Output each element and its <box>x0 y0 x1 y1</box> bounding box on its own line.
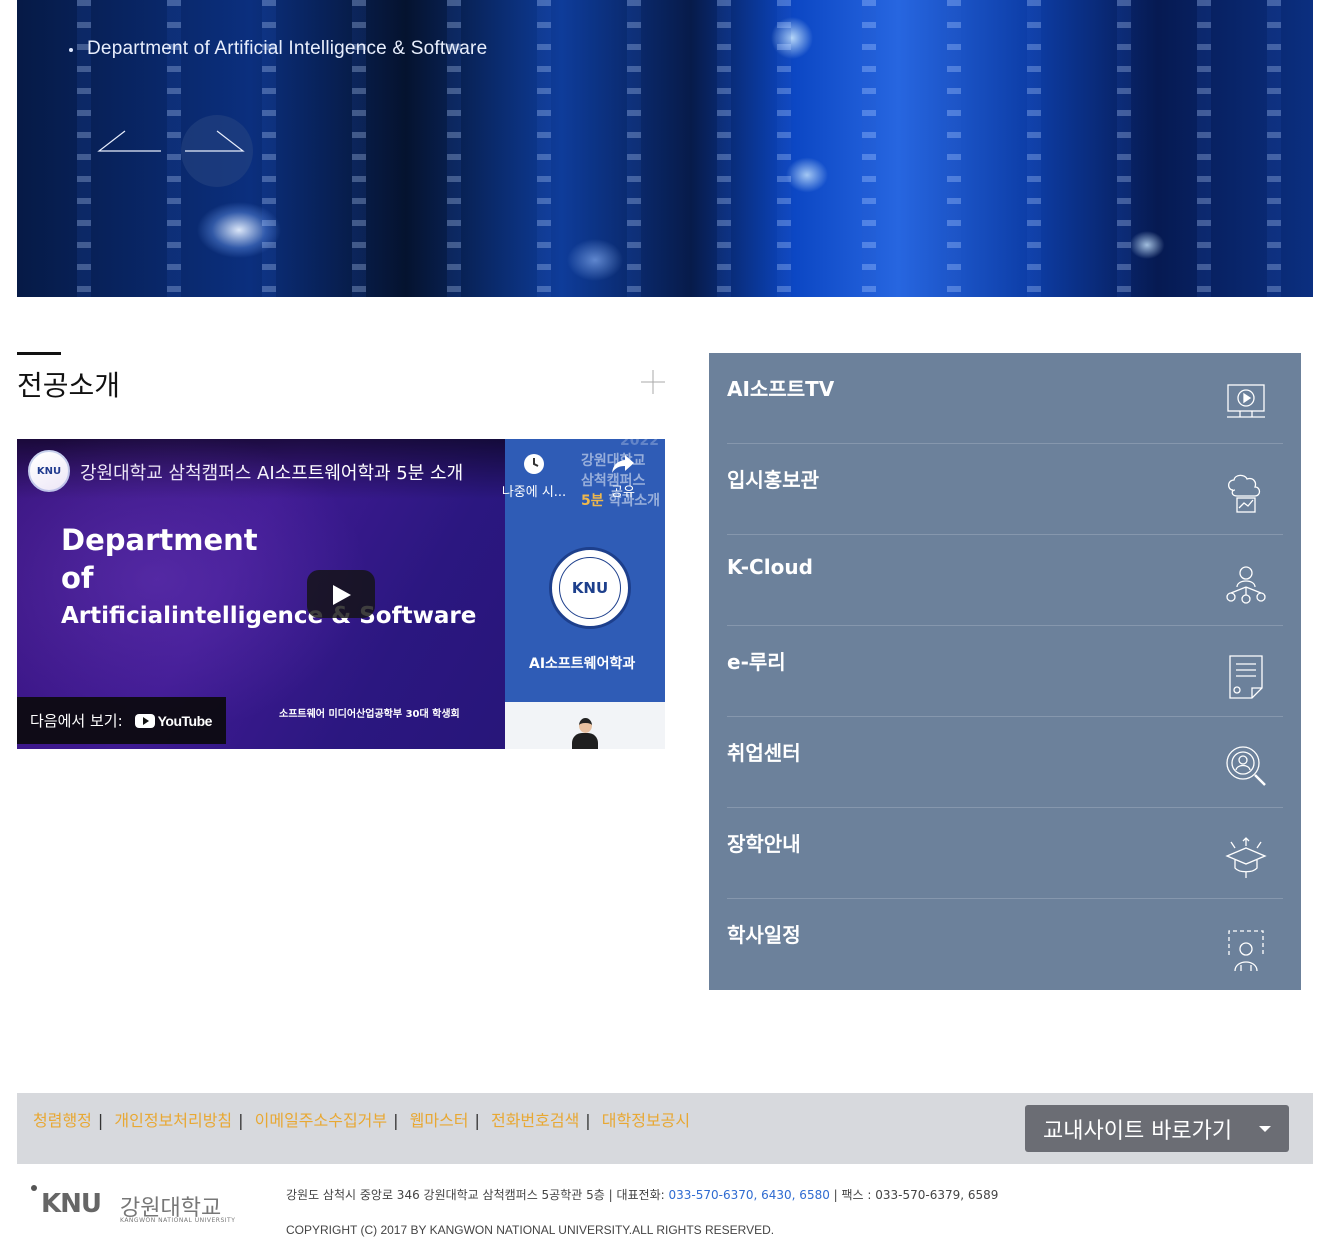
youtube-logo-icon: YouTube <box>134 713 212 729</box>
section-accent-bar <box>17 352 61 355</box>
quick-item-label: K-Cloud <box>727 555 813 579</box>
search-person-icon <box>1226 746 1266 786</box>
video-council-caption: 소프트웨어 미디어산업공학부 30대 학생회 <box>279 709 460 720</box>
play-button[interactable] <box>307 570 375 618</box>
document-icon <box>1229 655 1263 699</box>
cloud-chart-icon <box>1227 474 1261 513</box>
watch-later-label: 나중에 시... <box>501 485 567 500</box>
footer-bar: 청렴행정 | 개인정보처리방침 | 이메일주소수집거부 | 웹마스터 | 전화번호검색 |… <box>17 1093 1313 1164</box>
share-button[interactable]: 공유 <box>603 453 643 500</box>
site-select-label: 교내사이트 바로가기 <box>1043 1118 1233 1144</box>
channel-avatar[interactable]: KNU <box>28 450 70 492</box>
footer-link-disclosure[interactable]: 대학정보공시 <box>602 1111 690 1130</box>
knu-seal-logo: KNU <box>549 547 631 629</box>
plus-icon[interactable] <box>639 368 667 396</box>
share-label: 공유 <box>611 485 635 500</box>
network-person-icon <box>1226 566 1266 604</box>
quick-item-k-cloud[interactable]: K-Cloud <box>727 535 1283 626</box>
quick-item-career-center[interactable]: 취업센터 <box>727 717 1283 808</box>
footer-copyright: COPYRIGHT (C) 2017 BY KANGWON NATIONAL U… <box>286 1223 775 1237</box>
quick-item-label: 취업센터 <box>727 741 801 765</box>
footer-phone: 033-570-6370, 6430, 6580 <box>668 1188 830 1202</box>
clock-icon <box>524 454 544 474</box>
quick-item-label: 장학안내 <box>727 832 801 856</box>
slider-next-button[interactable] <box>181 115 253 187</box>
watch-on-youtube-button[interactable]: 다음에서 보기: YouTube <box>17 697 226 744</box>
quick-item-label: 학사일정 <box>727 923 801 947</box>
presenter-frame <box>505 702 665 749</box>
site-shortcut-select[interactable]: 교내사이트 바로가기 <box>1025 1105 1289 1152</box>
footer-link-privacy[interactable]: 개인정보처리방침 <box>114 1111 232 1130</box>
graduation-cap-icon <box>1225 837 1267 878</box>
quick-item-e-ruri[interactable]: e-루리 <box>727 626 1283 717</box>
chevron-down-icon <box>1259 1126 1271 1132</box>
play-icon <box>333 585 351 605</box>
presenter-figure <box>572 718 598 749</box>
quick-item-admissions[interactable]: 입시홍보관 <box>727 444 1283 535</box>
quick-item-ai-soft-tv[interactable]: AI소프트TV <box>727 353 1283 444</box>
footer-link-email-refusal[interactable]: 이메일주소수집거부 <box>255 1111 387 1130</box>
quick-item-scholarship[interactable]: 장학안내 <box>727 808 1283 899</box>
hero-subtitle: Department of Artificial Intelligence & … <box>68 38 488 59</box>
share-icon <box>612 455 634 473</box>
footer-address: 강원도 삼척시 중앙로 346 강원대학교 삼척캠퍼스 5공학관 5층 | 대표… <box>286 1188 999 1202</box>
knu-footer-logo: KNU 강원대학교 KANGWON NATIONAL UNIVERSITY <box>29 1183 239 1227</box>
side-dept-name: AI소프트웨어학과 <box>529 656 636 672</box>
section-title: 전공소개 <box>17 369 121 402</box>
quick-item-academic-calendar[interactable]: 학사일정 <box>727 899 1283 990</box>
footer-link-integrity[interactable]: 청렴행정 <box>33 1111 92 1130</box>
footer-link-webmaster[interactable]: 웹마스터 <box>410 1111 469 1130</box>
quick-item-label: e-루리 <box>727 650 786 674</box>
video-play-icon <box>1227 384 1265 418</box>
slider-prev-button[interactable] <box>95 115 167 187</box>
hero-banner: Department of Artificial Intelligence & … <box>17 0 1313 297</box>
footer-links: 청렴행정 | 개인정보처리방침 | 이메일주소수집거부 | 웹마스터 | 전화번호검색 |… <box>33 1111 691 1130</box>
video-title[interactable]: 강원대학교 삼척캠퍼스 AI소프트웨어학과 5분 소개 <box>80 459 463 485</box>
arrow-left-icon <box>97 130 161 152</box>
footer-link-phone-search[interactable]: 전화번호검색 <box>491 1111 579 1130</box>
quick-menu: AI소프트TV 입시홍보관 K-Cloud e-루리 취업센터 장학안내 학사일… <box>709 353 1301 990</box>
quick-item-label: AI소프트TV <box>727 377 835 401</box>
calendar-person-icon <box>1228 930 1264 972</box>
youtube-embed[interactable]: 2022 강원대학교 삼척캠퍼스 5분 학과소개 KNU AI소프트웨어학과 K… <box>17 439 665 749</box>
quick-item-label: 입시홍보관 <box>727 468 819 492</box>
side-year: 2022 <box>620 439 659 449</box>
video-headline: Department of Artificialintelligence & S… <box>61 523 477 629</box>
arrow-right-icon <box>185 130 245 152</box>
watch-on-label: 다음에서 보기: <box>30 712 123 730</box>
watch-later-button[interactable]: 나중에 시... <box>494 453 574 500</box>
